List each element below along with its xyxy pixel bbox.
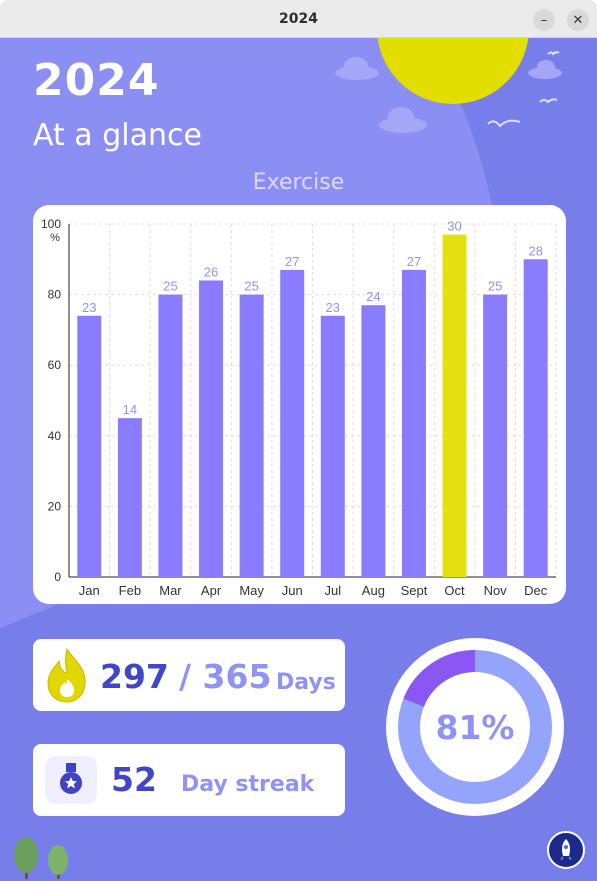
days-card: 297 / 365 Days (33, 639, 345, 711)
y-tick-label: 20 (48, 499, 62, 513)
app-content: 2024 At a glance Exercise 0 20 40 60 80 100% 2… (0, 38, 597, 881)
y-tick-label: 60 (48, 358, 62, 372)
flame-icon (47, 647, 86, 703)
days-total-value: / 365 (179, 657, 272, 696)
bar (483, 294, 508, 577)
bar-data-label: 30 (447, 219, 461, 234)
window-titlebar: 2024 – ✕ (0, 0, 597, 38)
bar-data-label: 27 (285, 254, 299, 269)
streak-value: 52 (111, 760, 157, 799)
minimize-button[interactable]: – (533, 9, 555, 31)
bar (199, 280, 224, 577)
x-tick-label: Apr (201, 583, 222, 598)
x-tick-label: Sept (401, 583, 428, 598)
days-done-value: 297 (100, 657, 169, 696)
bar-data-label: 27 (407, 254, 421, 269)
x-tick-label: Mar (159, 583, 182, 598)
bar (280, 269, 305, 577)
bar-data-label: 26 (204, 264, 218, 279)
exercise-chart-card: 0 20 40 60 80 100% 23 Jan 14 Feb 25 Mar 26 Apr 25 May 27… (33, 205, 566, 604)
bar (523, 259, 548, 577)
year-heading: 2024 (33, 55, 160, 106)
bar-data-label: 14 (123, 402, 137, 417)
bar (77, 315, 102, 577)
x-tick-label: Jun (282, 583, 303, 598)
medal-icon (60, 763, 82, 794)
bar-data-label: 25 (488, 279, 502, 294)
bar (361, 305, 386, 577)
x-tick-label: Aug (362, 583, 385, 598)
bar-data-label: 28 (528, 243, 542, 258)
y-tick-label: 0 (54, 570, 61, 584)
streak-unit-label: Day streak (181, 772, 315, 797)
medal-icon-box (45, 756, 97, 804)
x-tick-label: Dec (524, 583, 548, 598)
x-tick-label: Feb (119, 583, 141, 598)
bar (117, 418, 142, 577)
y-tick-label: 40 (48, 429, 62, 443)
x-tick-label: Jan (79, 583, 100, 598)
bar (239, 294, 264, 577)
bar (158, 294, 183, 577)
bar-data-label: 23 (82, 300, 96, 315)
bar (401, 269, 426, 577)
bar-data-label: 23 (326, 300, 340, 315)
bar-data-label: 24 (366, 289, 380, 304)
x-tick-label: May (239, 583, 264, 598)
streak-card: 52 Day streak (33, 744, 345, 816)
y-tick-label: 80 (48, 288, 62, 302)
window-title: 2024 (279, 11, 318, 27)
chart-section-title: Exercise (252, 170, 345, 195)
x-tick-label: Jul (324, 583, 341, 598)
completion-percent: 81% (435, 707, 515, 747)
exercise-bar-chart: 0 20 40 60 80 100% 23 Jan 14 Feb 25 Mar 26 Apr 25 May 27… (41, 217, 557, 598)
bar-data-label: 25 (163, 279, 177, 294)
bar (320, 315, 345, 577)
y-tick-label: 100 (41, 217, 61, 231)
x-tick-label: Oct (444, 583, 465, 598)
days-unit-label: Days (276, 670, 336, 695)
page-subtitle: At a glance (33, 118, 202, 153)
trees-icon (14, 837, 68, 879)
bar-data-label: 25 (244, 279, 258, 294)
close-button[interactable]: ✕ (567, 9, 589, 31)
y-axis-unit: % (50, 232, 60, 244)
x-tick-label: Nov (484, 583, 508, 598)
bar (442, 234, 467, 577)
rocket-badge-icon[interactable] (547, 831, 585, 869)
